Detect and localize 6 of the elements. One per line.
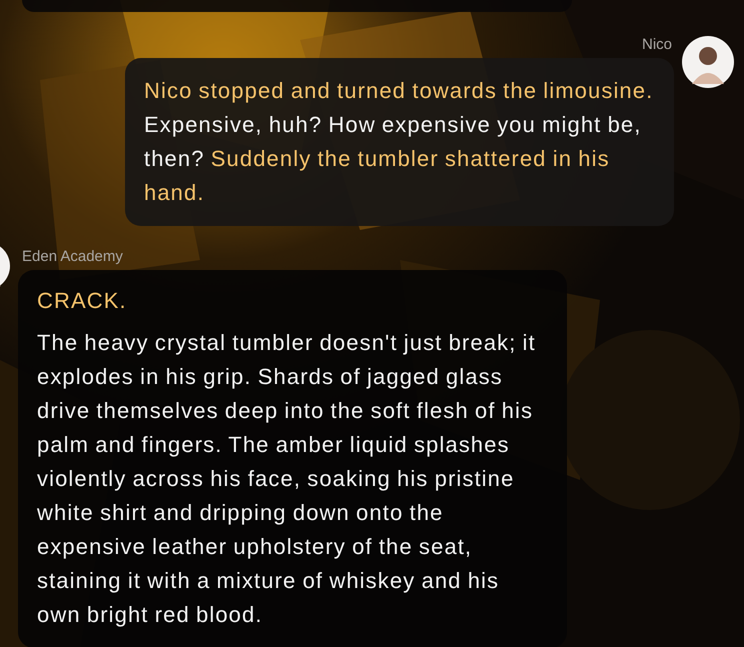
- avatar-icon: [682, 36, 734, 88]
- message-text: Nico stopped and turned towards the limousine. Expensive, huh? How expensive you might be, then? Suddenly the tumbler shattered in his hand.: [144, 77, 654, 207]
- message-text: CRACK.: [37, 287, 128, 315]
- message-text: The heavy crystal tumbler doesn't just break; it explodes in his grip. Shards of jagged glass drive themselves deep into the soft flesh of his palm and fingers. The amber liquid splashes violently across his face, soaking his pristine white shirt and dripping down onto the expensive leather upholstery of the seat, staining it with a mixture of whiskey and his own bright red blood.: [37, 329, 537, 629]
- sender-name: Eden Academy: [22, 248, 124, 265]
- sender-name: Nico: [642, 36, 672, 53]
